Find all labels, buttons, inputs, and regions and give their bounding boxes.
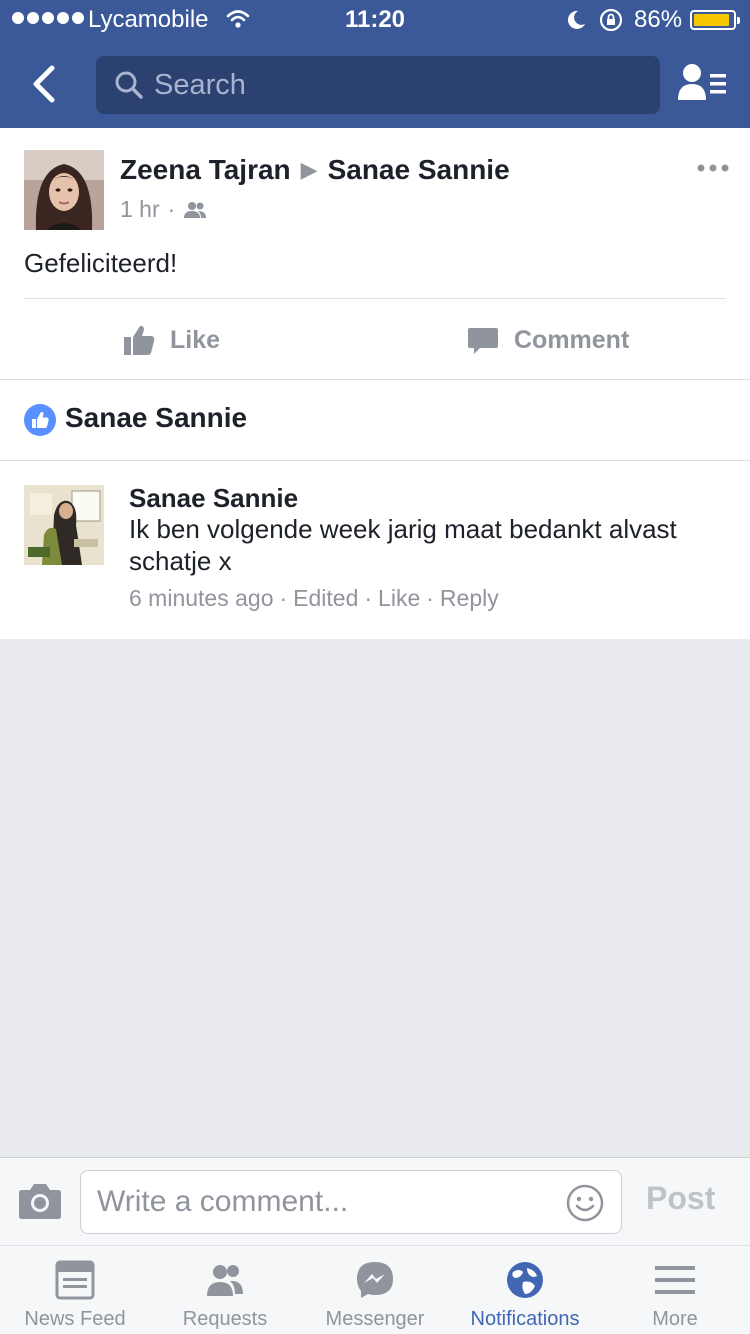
post-meta: 1 hr · [120,196,207,223]
comment-reply-link[interactable]: Reply [440,585,499,612]
like-label: Like [170,325,221,354]
tab-more[interactable]: More [600,1246,750,1334]
comment-input-box[interactable] [80,1170,622,1234]
tab-label: Requests [182,1308,268,1330]
meta-separator: · [364,585,373,611]
meta-separator: · [426,585,434,611]
tab-label: News Feed [24,1308,126,1330]
post-card: Zeena Tajran ▶ Sanae Sannie 1 hr · Gefel… [0,128,750,380]
thumbs-up-icon [124,325,155,355]
search-input[interactable] [154,56,634,114]
comment-time[interactable]: 6 minutes ago [129,585,273,612]
comment-button[interactable]: Comment [466,316,629,364]
requests-icon [207,1265,243,1296]
comment-item: Sanae Sannie Ik ben volgende week jarig … [0,461,750,639]
comment-meta: 6 minutes ago · Edited · Like · Reply [129,585,499,612]
messenger-icon [357,1262,393,1298]
menu-icon [655,1266,695,1294]
likers-names[interactable]: Sanae Sannie [65,402,247,434]
back-button[interactable] [22,60,66,108]
more-options-icon[interactable] [696,162,730,174]
author-avatar[interactable] [24,150,104,230]
tab-label: More [652,1308,698,1330]
like-badge-icon [24,404,56,436]
tab-news-feed[interactable]: News Feed [0,1246,150,1334]
news-feed-icon [55,1260,95,1300]
comment-composer: Post [0,1157,750,1245]
comment-label: Comment [514,325,630,354]
emoji-icon[interactable] [565,1183,605,1223]
tab-requests[interactable]: Requests [150,1246,300,1334]
commenter-avatar[interactable] [24,485,104,565]
tab-bar: News Feed Requests Messenger Notificatio… [0,1245,750,1334]
friends-list-icon[interactable] [676,60,730,108]
battery-icon [690,10,740,30]
friends-audience-icon [184,201,207,218]
comment-edited[interactable]: Edited [293,585,358,612]
tab-label: Messenger [325,1308,425,1330]
post-text: Gefeliciteerd! [24,248,178,278]
author-name[interactable]: Zeena Tajran [120,154,291,186]
rotation-lock-icon [599,8,623,32]
like-button[interactable]: Like [122,316,220,364]
likes-row[interactable]: Sanae Sannie [0,380,750,461]
top-bar: Lycamobile 11:20 86% [0,0,750,128]
arrow-right-icon: ▶ [300,157,318,182]
meta-separator: · [167,196,176,222]
tab-label: Notifications [470,1308,580,1330]
search-icon [115,71,143,99]
battery-percent: 86% [634,6,683,33]
divider [24,298,726,299]
status-bar: Lycamobile 11:20 86% [0,0,750,40]
comment-input[interactable] [97,1171,557,1233]
comment-bubble-icon [468,328,498,354]
meta-separator: · [279,585,288,611]
tab-notifications[interactable]: Notifications [450,1246,600,1334]
target-name[interactable]: Sanae Sannie [328,154,510,186]
do-not-disturb-icon [567,10,585,29]
comment-text: Ik ben volgende week jarig maat bedankt … [129,514,677,576]
comment-like-link[interactable]: Like [378,585,420,612]
tab-messenger[interactable]: Messenger [300,1246,450,1334]
search-bar[interactable] [96,56,660,114]
post-time[interactable]: 1 hr [120,196,160,223]
post-header: Zeena Tajran ▶ Sanae Sannie [120,154,510,186]
globe-icon [507,1262,543,1298]
camera-icon[interactable] [18,1182,62,1220]
post-button[interactable]: Post [646,1180,715,1217]
commenter-name[interactable]: Sanae Sannie [129,483,298,514]
